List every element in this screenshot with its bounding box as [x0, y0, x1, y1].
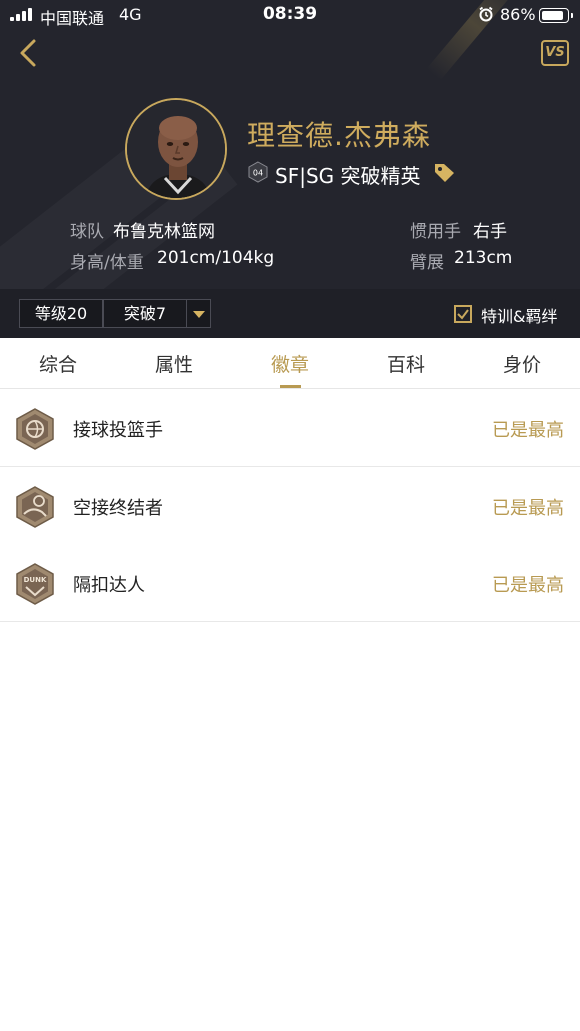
training-checkbox[interactable]: [454, 305, 472, 323]
hand-value: 右手: [473, 222, 507, 242]
vs-compare-button[interactable]: VS: [541, 40, 569, 66]
badge-status: 已是最高: [492, 498, 564, 519]
tab-value[interactable]: 身价: [464, 350, 580, 377]
tab-badges[interactable]: 徽章: [232, 350, 348, 377]
alarm-icon: [479, 6, 493, 22]
active-tab-indicator: [280, 385, 301, 388]
wingspan-value: 213cm: [454, 248, 513, 268]
dropdown-arrow-icon[interactable]: [186, 299, 211, 328]
team-value: 布鲁克林篮网: [113, 222, 215, 242]
catch-shoot-badge-icon: [16, 408, 54, 450]
dunk-badge-text: DUNK: [24, 576, 47, 584]
badge-status: 已是最高: [492, 575, 564, 596]
back-button[interactable]: [14, 36, 44, 70]
player-avatar: [125, 98, 227, 200]
tab-bar: 综合 属性 徽章 百科 身价: [0, 338, 580, 389]
badge-row[interactable]: 空接终结者 已是最高: [0, 467, 580, 545]
badge-name: 隔扣达人: [73, 575, 145, 596]
alley-oop-badge-icon: [16, 486, 54, 528]
tab-encyclopedia[interactable]: 百科: [348, 350, 464, 377]
wingspan-label: 臂展: [410, 253, 444, 273]
level-selector[interactable]: 等级20: [19, 299, 103, 328]
tab-overview[interactable]: 综合: [0, 350, 116, 377]
tag-icon[interactable]: [433, 161, 457, 183]
player-header: 中国联通 4G 08:39 86% VS 理查德.杰弗森 04 SF|SG 突破…: [0, 0, 580, 338]
level-bar: 等级20 突破7 特训&羁绊: [0, 289, 580, 338]
tab-attributes[interactable]: 属性: [116, 350, 232, 377]
breakthrough-selector[interactable]: 突破7: [103, 299, 187, 328]
badge-row[interactable]: DUNK 隔扣达人 已是最高: [0, 544, 580, 622]
position-label: SF|SG 突破精英: [275, 164, 421, 188]
team-label: 球队: [70, 222, 104, 242]
badge-status: 已是最高: [492, 420, 564, 441]
size-value: 201cm/104kg: [157, 248, 275, 268]
badge-name: 空接终结者: [73, 498, 163, 519]
training-label[interactable]: 特训&羁绊: [481, 303, 557, 327]
hand-label: 惯用手: [410, 222, 461, 242]
battery-icon: [539, 8, 573, 23]
player-portrait-icon: [127, 100, 225, 198]
battery-percent: 86%: [500, 5, 536, 24]
size-label: 身高/体重: [70, 253, 144, 273]
jersey-icon: 04: [248, 161, 268, 183]
status-bar: 中国联通 4G 08:39 86%: [0, 0, 580, 30]
jersey-number: 04: [253, 169, 263, 178]
badge-name: 接球投篮手: [73, 420, 163, 441]
player-name: 理查德.杰弗森: [247, 119, 431, 152]
badge-row[interactable]: 接球投篮手 已是最高: [0, 389, 580, 467]
dunk-badge-icon: DUNK: [16, 563, 54, 605]
